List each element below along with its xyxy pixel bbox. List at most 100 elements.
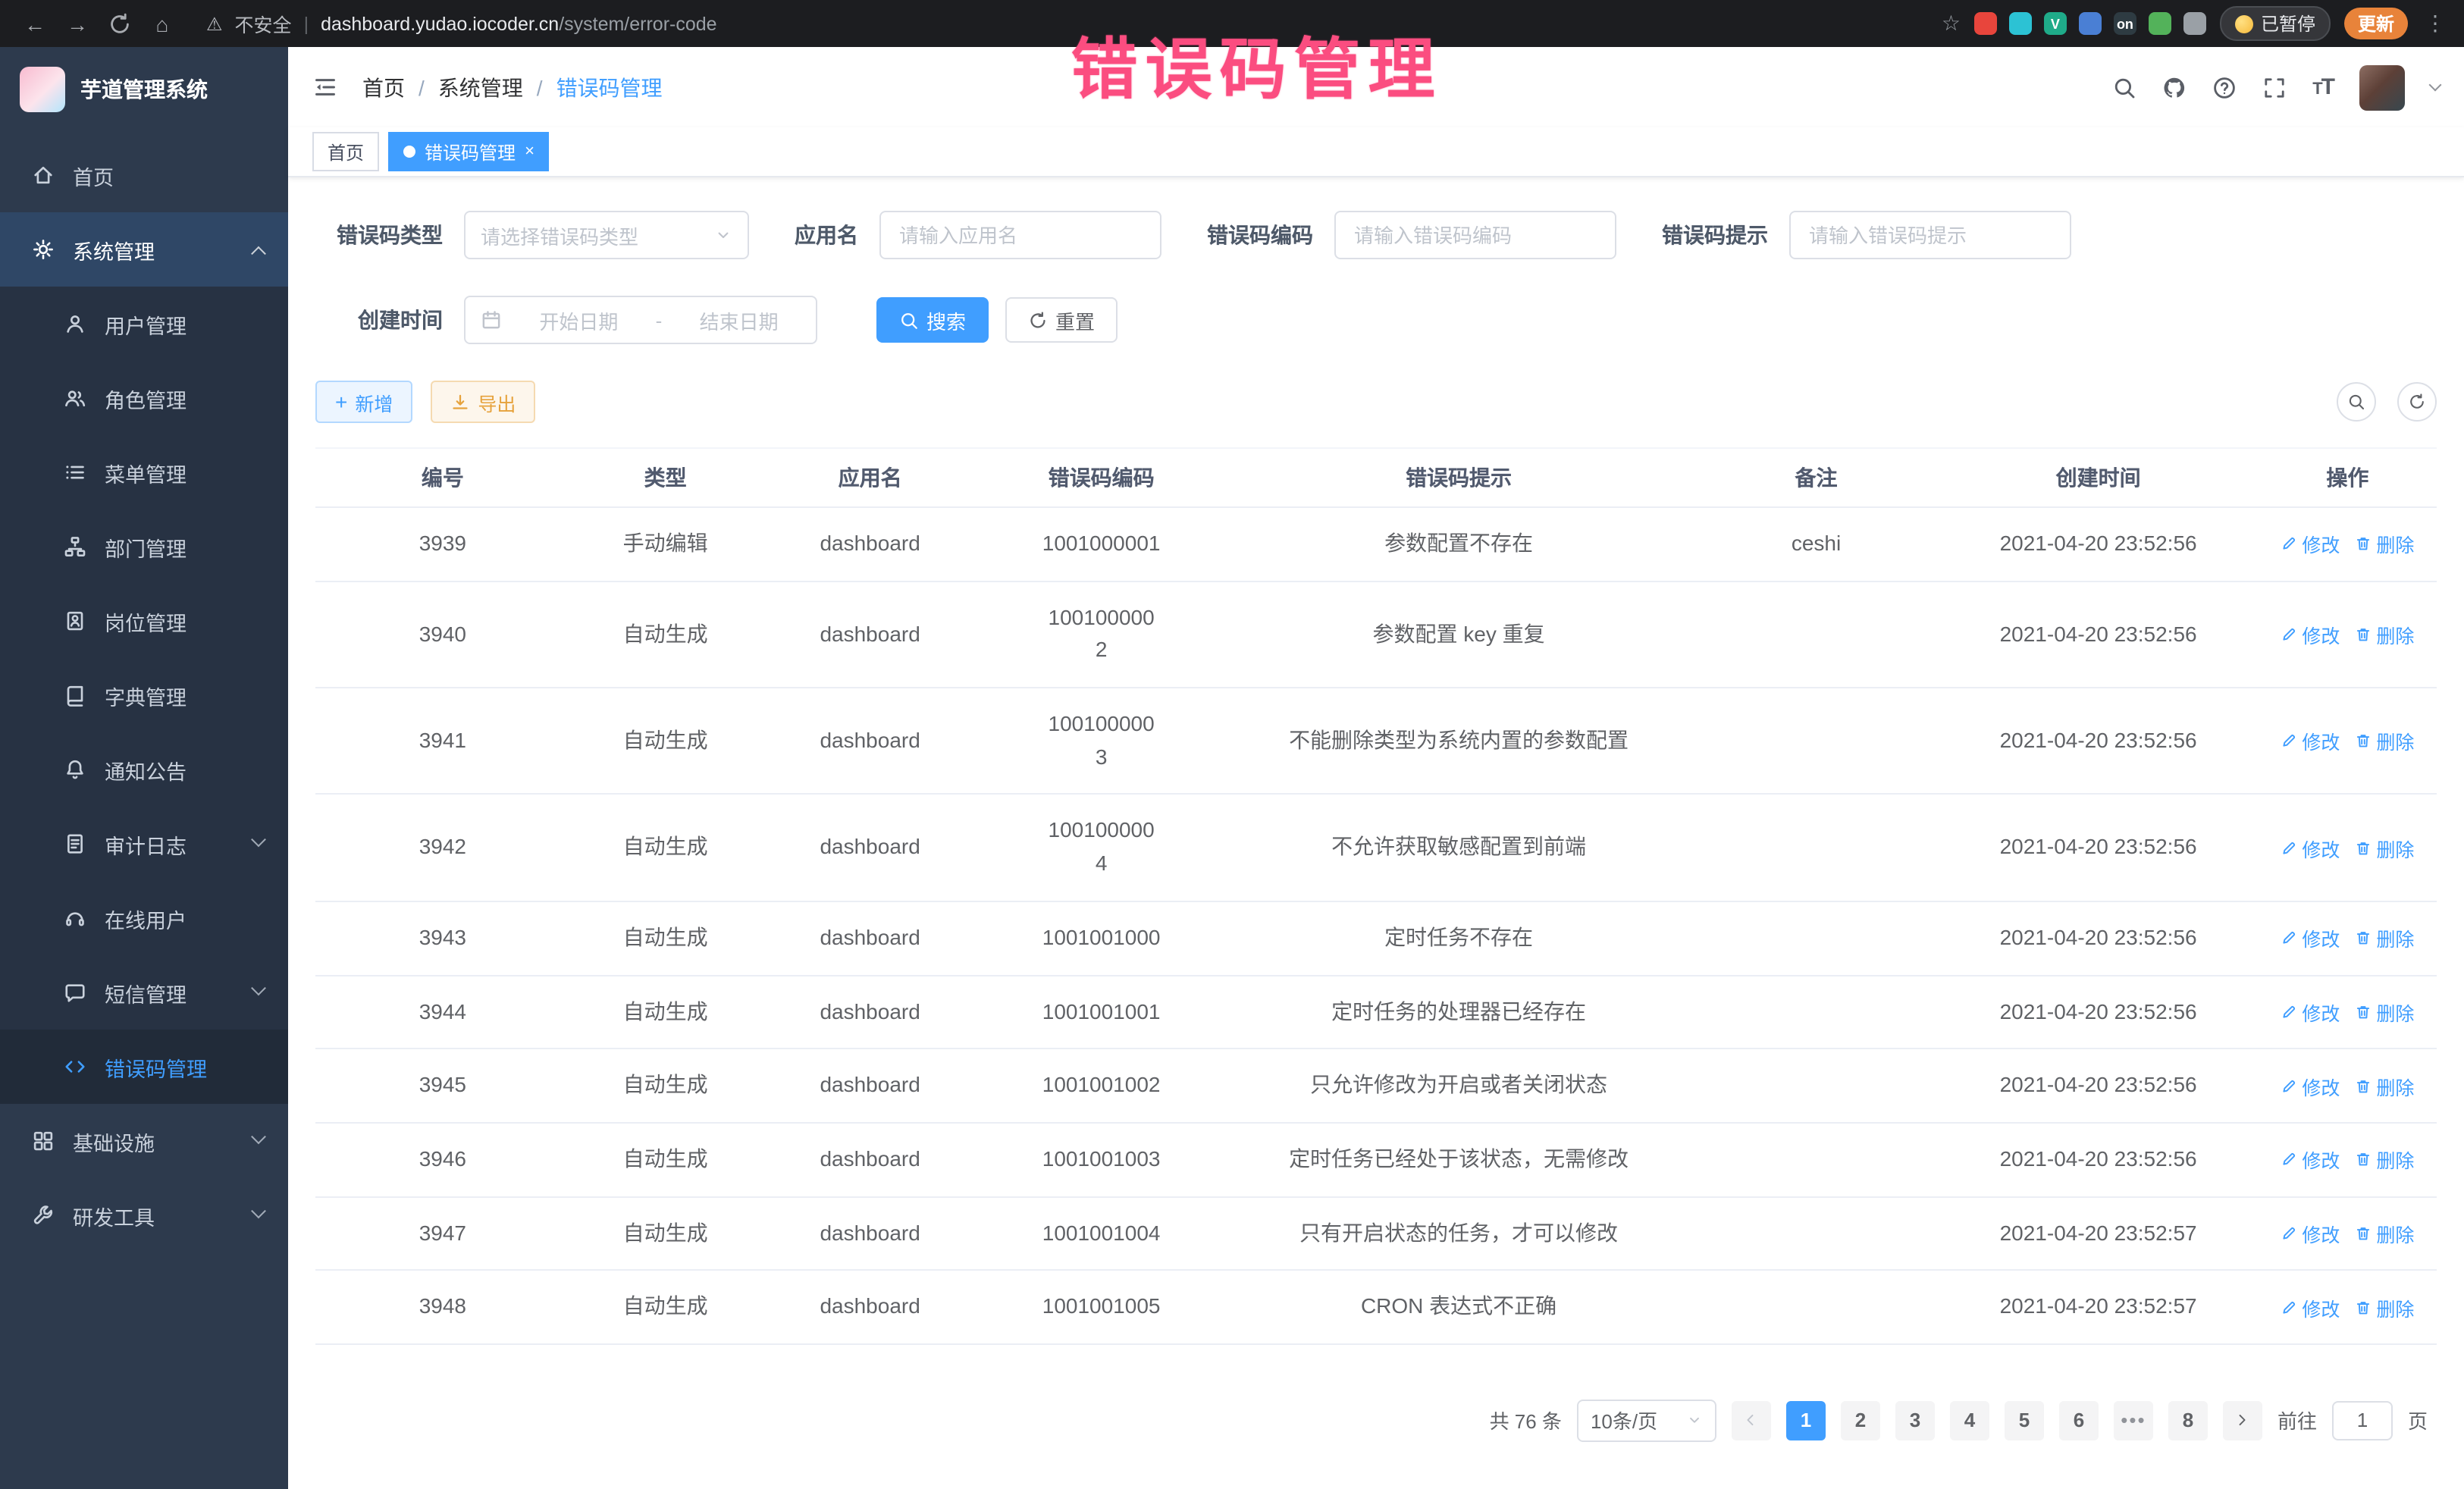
sidebar-item-wrench[interactable]: 研发工具 xyxy=(0,1178,288,1252)
page-number-button[interactable]: 3 xyxy=(1895,1401,1935,1440)
sidebar-item-bell[interactable]: 通知公告 xyxy=(0,732,288,807)
page-number-button[interactable]: 6 xyxy=(2059,1401,2099,1440)
tag-tab[interactable]: 首页 xyxy=(312,132,379,171)
cell-actions: 修改 删除 xyxy=(2259,707,2437,776)
edit-link[interactable]: 修改 xyxy=(2281,923,2340,952)
sidebar-item-message[interactable]: 短信管理 xyxy=(0,955,288,1030)
pencil-icon xyxy=(2281,839,2297,856)
delete-link[interactable]: 删除 xyxy=(2355,1145,2414,1174)
sidebar-item-code[interactable]: 错误码管理 xyxy=(0,1030,288,1104)
delete-link[interactable]: 删除 xyxy=(2355,1293,2414,1321)
end-date-placeholder: 结束日期 xyxy=(677,306,801,334)
blue-grid-extension-icon[interactable] xyxy=(2079,12,2102,35)
sidebar-item-home[interactable]: 首页 xyxy=(0,138,288,212)
page-number-button[interactable]: 5 xyxy=(2005,1401,2044,1440)
next-page-button[interactable] xyxy=(2223,1401,2262,1440)
browser-back-icon[interactable]: ← xyxy=(15,4,55,43)
cell-error-code: 1001001004 xyxy=(980,1197,1224,1269)
browser-home-icon[interactable]: ⌂ xyxy=(143,4,182,43)
sidebar-item-gear[interactable]: 系统管理 xyxy=(0,212,288,287)
start-date-placeholder: 开始日期 xyxy=(517,306,641,334)
trash-icon xyxy=(2355,733,2372,750)
sidebar-item-id-badge[interactable]: 岗位管理 xyxy=(0,584,288,658)
cell-actions: 修改 删除 xyxy=(2259,600,2437,669)
green-v-extension-icon[interactable]: V xyxy=(2044,12,2067,35)
cell-actions: 修改 删除 xyxy=(2259,510,2437,578)
app-name-input[interactable] xyxy=(879,211,1161,259)
sidebar-item-org-tree[interactable]: 部门管理 xyxy=(0,509,288,584)
delete-link[interactable]: 删除 xyxy=(2355,727,2414,756)
delete-link[interactable]: 删除 xyxy=(2355,530,2414,559)
page-number-button[interactable]: 4 xyxy=(1950,1401,1989,1440)
headset-icon xyxy=(64,907,86,929)
page-number-button[interactable]: 2 xyxy=(1841,1401,1880,1440)
edit-link[interactable]: 修改 xyxy=(2281,727,2340,756)
browser-menu-icon[interactable]: ⋮ xyxy=(2422,11,2449,36)
paused-badge[interactable]: 已暂停 xyxy=(2220,6,2331,41)
page-number-button[interactable]: 8 xyxy=(2168,1401,2208,1440)
sidebar-item-headset[interactable]: 在线用户 xyxy=(0,881,288,955)
sidebar-item-book[interactable]: 字典管理 xyxy=(0,658,288,732)
breadcrumb: 首页 / 系统管理 / 错误码管理 xyxy=(362,72,663,102)
update-button[interactable]: 更新 xyxy=(2344,8,2408,39)
delete-link[interactable]: 删除 xyxy=(2355,998,2414,1027)
avatar-dropdown-icon[interactable] xyxy=(2429,79,2442,92)
refresh-table-button[interactable] xyxy=(2397,382,2437,422)
tag-tab[interactable]: 错误码管理 × xyxy=(388,132,550,171)
page-number-button[interactable]: 1 xyxy=(1786,1401,1826,1440)
edit-link[interactable]: 修改 xyxy=(2281,833,2340,862)
avatar[interactable] xyxy=(2359,64,2405,110)
page-size-select[interactable]: 10条/页 xyxy=(1577,1400,1716,1442)
delete-link[interactable]: 删除 xyxy=(2355,1219,2414,1248)
delete-link[interactable]: 删除 xyxy=(2355,620,2414,649)
bookmark-star-icon[interactable]: ☆ xyxy=(1942,11,1961,36)
browser-refresh-icon[interactable] xyxy=(100,4,140,43)
add-button[interactable]: + 新增 xyxy=(315,381,412,423)
reset-button[interactable]: 重置 xyxy=(1005,297,1118,343)
breadcrumb-item[interactable]: 首页 xyxy=(362,72,405,102)
sidebar-item-users[interactable]: 角色管理 xyxy=(0,361,288,435)
cell-error-code: 1001001000 xyxy=(980,902,1224,974)
prev-page-button[interactable] xyxy=(1732,1401,1771,1440)
sidebar-item-grid[interactable]: 基础设施 xyxy=(0,1104,288,1178)
on-badge-extension-icon[interactable]: on xyxy=(2114,12,2136,35)
close-icon[interactable]: × xyxy=(525,143,534,160)
sidebar-item-document-log[interactable]: 审计日志 xyxy=(0,807,288,881)
sidebar-item-user[interactable]: 用户管理 xyxy=(0,287,288,361)
sidebar-item-menu-list[interactable]: 菜单管理 xyxy=(0,435,288,509)
column-header: 操作 xyxy=(2259,462,2437,493)
search-button[interactable]: 搜索 xyxy=(876,297,989,343)
error-code-input[interactable] xyxy=(1334,211,1616,259)
edit-link[interactable]: 修改 xyxy=(2281,530,2340,559)
fullscreen-icon[interactable] xyxy=(2262,75,2287,99)
error-hint-input[interactable] xyxy=(1789,211,2071,259)
goto-page-input[interactable] xyxy=(2332,1401,2393,1440)
edit-link[interactable]: 修改 xyxy=(2281,1071,2340,1100)
breadcrumb-item[interactable]: / 系统管理 xyxy=(405,72,523,102)
search-icon[interactable] xyxy=(2112,75,2136,99)
edit-link[interactable]: 修改 xyxy=(2281,1219,2340,1248)
edit-link[interactable]: 修改 xyxy=(2281,998,2340,1027)
delete-link[interactable]: 删除 xyxy=(2355,1071,2414,1100)
browser-forward-icon[interactable]: → xyxy=(58,4,97,43)
green-leaf-extension-icon[interactable] xyxy=(2149,12,2171,35)
breadcrumb-item[interactable]: / 错误码管理 xyxy=(523,72,663,102)
teal-extension-icon[interactable] xyxy=(2009,12,2032,35)
more-pages-button[interactable]: ••• xyxy=(2114,1401,2153,1440)
delete-link[interactable]: 删除 xyxy=(2355,833,2414,862)
toggle-search-button[interactable] xyxy=(2337,382,2376,422)
export-button[interactable]: 导出 xyxy=(431,381,535,423)
edit-link[interactable]: 修改 xyxy=(2281,620,2340,649)
font-size-icon[interactable]: TT xyxy=(2312,74,2334,100)
puzzle-extension-icon[interactable] xyxy=(2183,12,2206,35)
github-icon[interactable] xyxy=(2162,75,2187,99)
edit-link[interactable]: 修改 xyxy=(2281,1145,2340,1174)
error-type-select[interactable]: 请选择错误码类型 xyxy=(464,211,749,259)
sidebar-collapse-icon[interactable] xyxy=(312,74,338,100)
edit-link[interactable]: 修改 xyxy=(2281,1293,2340,1321)
screen: ← → ⌂ ⚠ 不安全 | dashboard.yudao.iocoder.cn… xyxy=(0,0,2464,1489)
delete-link[interactable]: 删除 xyxy=(2355,923,2414,952)
help-icon[interactable] xyxy=(2212,75,2237,99)
create-time-range-picker[interactable]: 开始日期 - 结束日期 xyxy=(464,296,817,344)
red-extension-icon[interactable] xyxy=(1974,12,1997,35)
